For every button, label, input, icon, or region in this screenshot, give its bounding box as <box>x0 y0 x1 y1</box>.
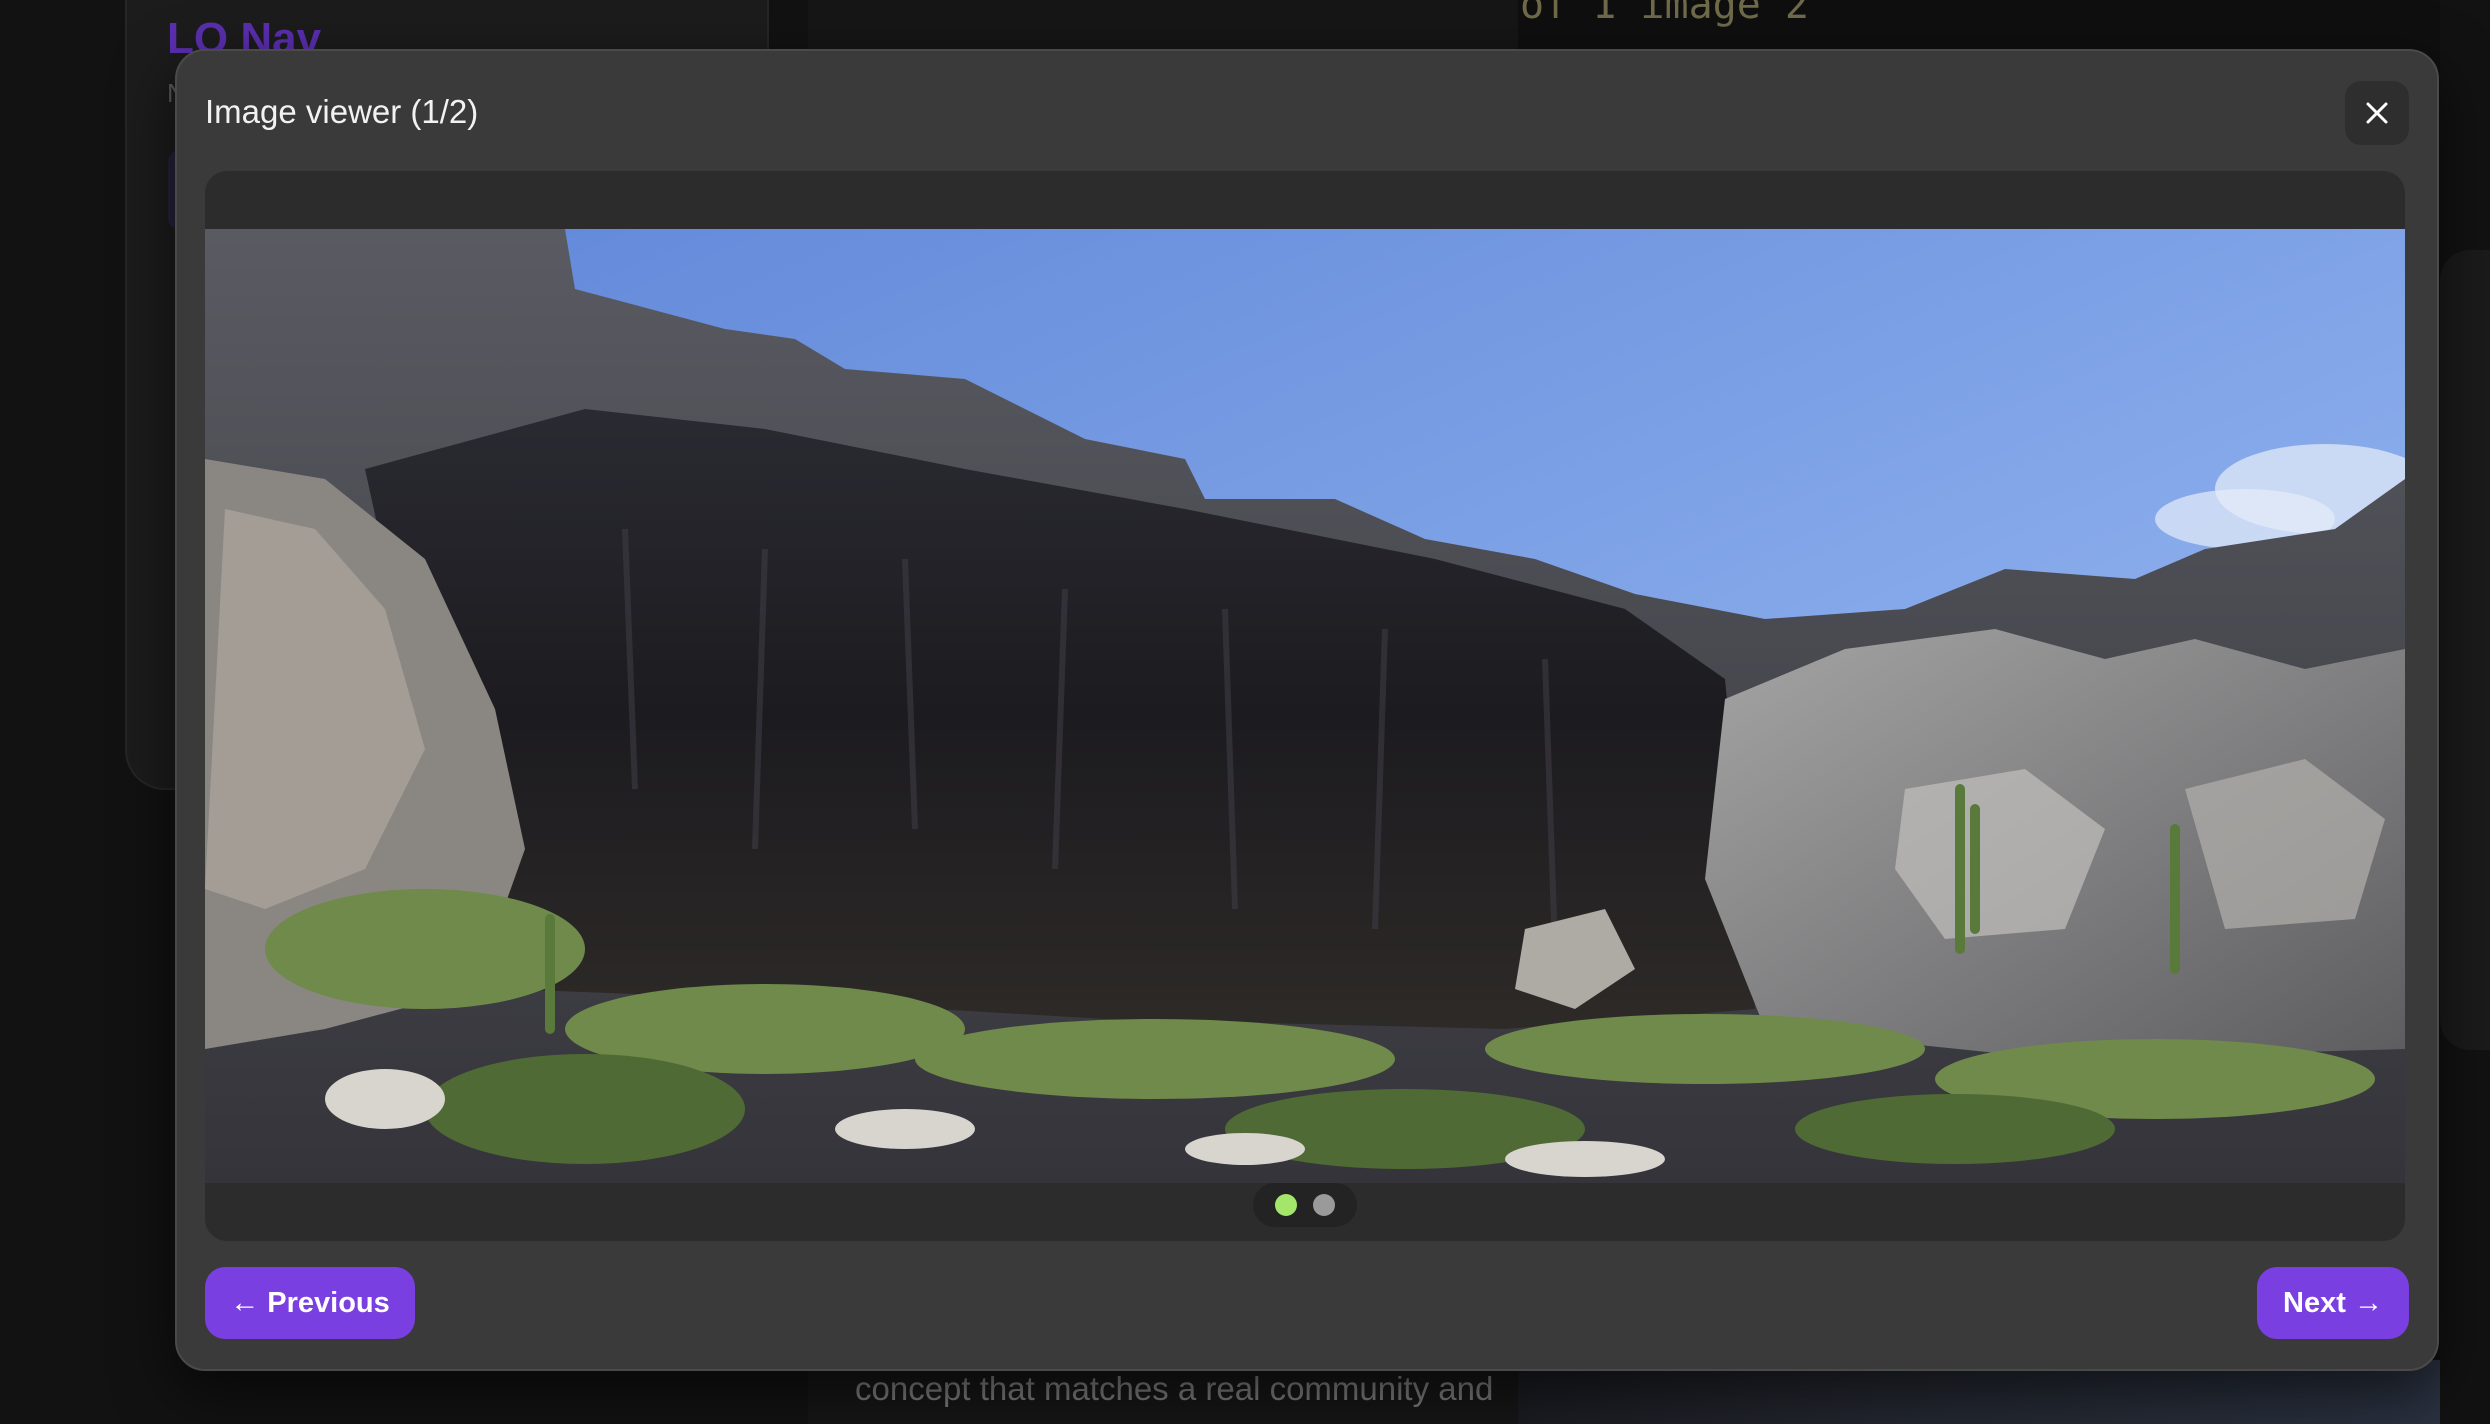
modal-title: Image viewer (1/2) <box>205 93 479 130</box>
pagination-dot-2[interactable] <box>1313 1194 1335 1216</box>
content-text: concept that matches a real community an… <box>855 1370 1494 1407</box>
code-text: of 1 image 2 <box>1520 0 1809 28</box>
pagination-dot-1[interactable] <box>1275 1194 1297 1216</box>
viewer-image <box>205 229 2405 1183</box>
close-icon <box>2366 102 2388 124</box>
previous-button[interactable]: ← Previous <box>205 1267 415 1339</box>
next-button[interactable]: Next → <box>2257 1267 2409 1339</box>
image-viewer-modal: Image viewer (1/2) ← Previous Next → <box>175 49 2439 1371</box>
pagination-dots <box>1253 1183 1357 1227</box>
image-frame <box>205 171 2405 1241</box>
side-card <box>2440 250 2490 1050</box>
close-button[interactable] <box>2345 81 2409 145</box>
